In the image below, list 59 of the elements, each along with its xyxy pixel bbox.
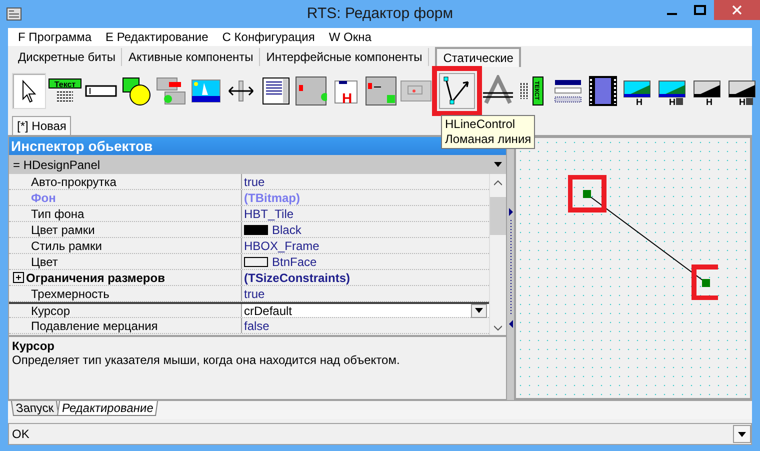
property-value: (TSizeConstraints)	[243, 270, 352, 285]
property-name: Ограничения размеров	[9, 270, 242, 285]
shapes-icon	[120, 75, 152, 107]
menu-item[interactable]: F Программа	[12, 30, 100, 44]
window-title: RTS: Редактор форм	[306, 5, 454, 22]
splitter-arrows-icon	[508, 208, 514, 328]
menu-item[interactable]: W Окна	[322, 30, 380, 44]
expand-icon[interactable]	[13, 272, 24, 283]
palette-tab[interactable]: Дискретные биты	[12, 48, 122, 66]
property-value: HBT_Tile	[243, 206, 295, 221]
property-value: false	[243, 318, 270, 333]
property-value: BtnFace	[242, 254, 489, 269]
tool-button[interactable]	[586, 73, 620, 109]
panels-icon	[155, 75, 187, 107]
component-selector[interactable]: = HDesignPanel	[9, 155, 506, 174]
caret-icon	[738, 432, 746, 436]
close-button[interactable]	[714, 0, 760, 20]
maximize-icon	[694, 5, 706, 15]
description-text: Определяет тип указателя мыши, когда она находится над объектом.	[12, 353, 401, 367]
property-name: Цвет	[9, 254, 242, 269]
property-value: true	[243, 286, 266, 301]
scrollbar-thumb[interactable]	[490, 196, 506, 234]
scroll-up-icon[interactable]	[494, 180, 502, 186]
bottom-tab[interactable]: Редактирование	[56, 401, 158, 416]
minimize-icon	[667, 13, 677, 15]
property-name: Трехмерность	[9, 286, 242, 301]
menu-item[interactable]: C Конфигурация	[216, 30, 323, 44]
palette-tab[interactable]: Активные компоненты	[122, 48, 260, 66]
property-name: Тип фона	[9, 206, 242, 221]
property-dropdown[interactable]: crDefault	[242, 304, 489, 317]
app-icon	[6, 6, 22, 22]
film-icon	[587, 75, 619, 107]
scroll-down-icon[interactable]	[494, 325, 502, 331]
property-name: Фон	[9, 190, 242, 205]
palette-tab[interactable]: Статические	[435, 47, 522, 67]
property-name: Стиль рамки	[9, 238, 242, 253]
property-value: Black	[242, 222, 489, 237]
property-name: Авто-прокрутка	[9, 174, 242, 189]
caret-icon	[475, 308, 483, 313]
menu-item[interactable]: E Редактирование	[100, 30, 216, 44]
tool-button[interactable]	[12, 73, 46, 109]
panel-text-icon	[365, 75, 397, 107]
description-title: Курсор	[12, 339, 56, 353]
status-bar: OK	[8, 423, 752, 445]
caret-icon	[494, 162, 502, 167]
bottom-tab[interactable]: Запуск	[10, 401, 59, 416]
scrollbar[interactable]	[489, 174, 506, 335]
property-value: (TBitmap)	[243, 190, 301, 205]
property-value: HBOX_Frame	[243, 238, 320, 253]
document-tab[interactable]: [*] Новая	[12, 116, 72, 135]
property-name: Подавление мерцания	[9, 318, 242, 333]
list-icon	[260, 75, 292, 107]
palette-tab[interactable]: Интерфейсные компоненты	[260, 48, 430, 66]
tooltip: HLineControl Ломаная линия	[441, 115, 536, 149]
panel-led-icon	[295, 75, 327, 107]
close-icon	[732, 5, 742, 15]
tool-button[interactable]	[439, 73, 475, 109]
property-value: true	[243, 174, 266, 189]
property-name: Цвет рамки	[9, 222, 242, 237]
